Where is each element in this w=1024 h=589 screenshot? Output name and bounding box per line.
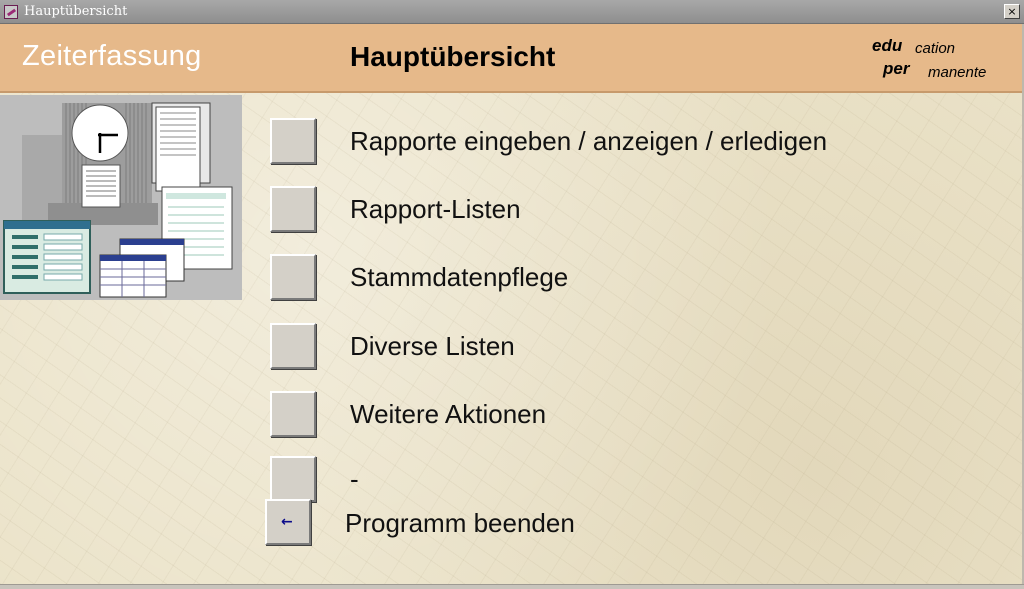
time-tracking-illustration: [0, 95, 242, 300]
window-bottom-border: [0, 584, 1024, 589]
menu-button-weitere-aktionen[interactable]: [270, 391, 316, 437]
logo-line2-bold: per: [883, 59, 910, 78]
menu-label-empty[interactable]: -: [350, 464, 359, 495]
close-button[interactable]: ×: [1004, 4, 1020, 19]
arrow-left-icon: ←: [281, 514, 293, 530]
menu-label-stammdatenpflege[interactable]: Stammdatenpflege: [350, 262, 568, 293]
menu-item-empty[interactable]: -: [270, 456, 970, 504]
exit-label[interactable]: Programm beenden: [345, 508, 575, 539]
menu-button-stammdatenpflege[interactable]: [270, 254, 316, 300]
education-permanente-logo: edu cation per manente: [868, 36, 1008, 86]
menu-item-programm-beenden[interactable]: ← Programm beenden: [265, 499, 765, 547]
menu-label-rapport-listen[interactable]: Rapport-Listen: [350, 194, 521, 225]
menu-item-rapport-listen[interactable]: Rapport-Listen: [270, 186, 970, 234]
logo-line1-bold: edu: [872, 36, 903, 55]
menu-label-diverse-listen[interactable]: Diverse Listen: [350, 331, 515, 362]
documents-clock-illustration: [0, 95, 242, 300]
menu-item-diverse-listen[interactable]: Diverse Listen: [270, 323, 970, 371]
menu-item-stammdatenpflege[interactable]: Stammdatenpflege: [270, 254, 970, 302]
exit-button[interactable]: ←: [265, 499, 311, 545]
access-app-icon: [4, 5, 18, 19]
logo-line1-small: cation: [915, 40, 956, 57]
menu-label-weitere-aktionen[interactable]: Weitere Aktionen: [350, 399, 546, 430]
menu-button-rapporte[interactable]: [270, 118, 316, 164]
menu-item-rapporte[interactable]: Rapporte eingeben / anzeigen / erledigen: [270, 118, 970, 166]
menu-label-rapporte[interactable]: Rapporte eingeben / anzeigen / erledigen: [350, 126, 827, 157]
app-name: Zeiterfassung: [22, 40, 202, 72]
window-title: Hauptübersicht: [24, 4, 128, 19]
window-title-bar[interactable]: Hauptübersicht ×: [0, 0, 1024, 24]
page-title: Hauptübersicht: [350, 41, 556, 72]
menu-button-rapport-listen[interactable]: [270, 186, 316, 232]
logo-line2-small: manente: [928, 64, 987, 81]
menu-button-diverse-listen[interactable]: [270, 323, 316, 369]
header-band: Zeiterfassung Hauptübersicht edu cation …: [0, 24, 1022, 93]
menu-item-weitere-aktionen[interactable]: Weitere Aktionen: [270, 391, 970, 439]
menu-button-empty[interactable]: [270, 456, 316, 502]
